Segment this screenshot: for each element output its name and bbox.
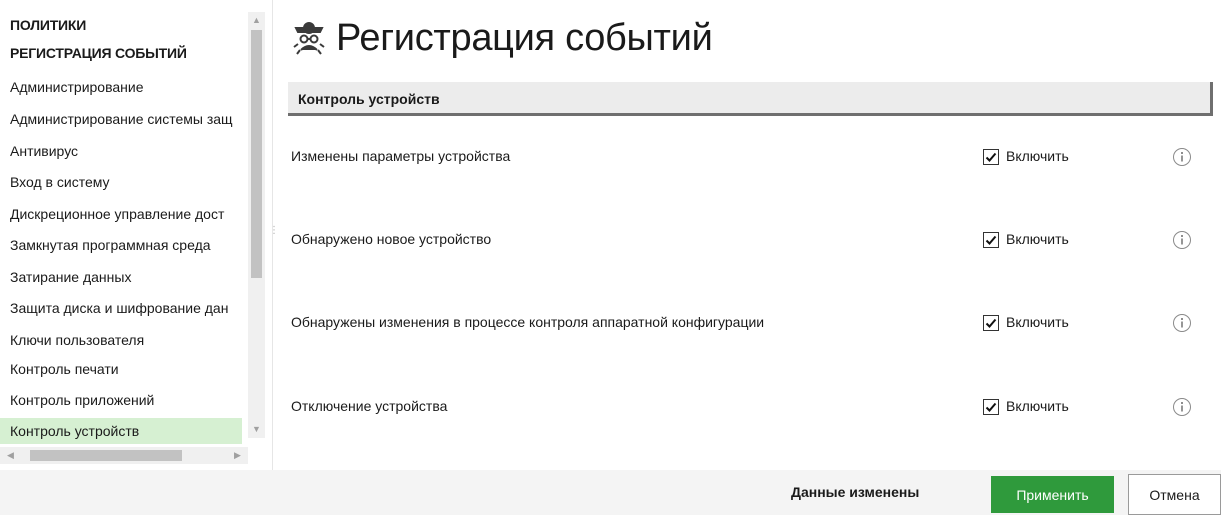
enable-checkbox-label[interactable]: Включить (1006, 148, 1069, 164)
event-label: Отключение устройства (291, 398, 448, 414)
nav-heading-event-registration[interactable]: РЕГИСТРАЦИЯ СОБЫТИЙ (10, 45, 187, 61)
checkmark-icon (985, 152, 997, 162)
status-text: Данные изменены (791, 484, 920, 500)
enable-checkbox-label[interactable]: Включить (1006, 398, 1069, 414)
footer-bar: Данные изменены Применить Отмена (0, 470, 1221, 515)
info-icon[interactable] (1172, 397, 1192, 417)
section-header: Контроль устройств (288, 82, 1213, 116)
nav-horizontal-scrollbar[interactable]: ◀ ▶ (0, 447, 248, 464)
nav-item-application-control[interactable]: Контроль приложений (0, 387, 242, 413)
nav-item-security-system-administration[interactable]: Администрирование системы защ (0, 106, 242, 132)
page-header: Регистрация событий (288, 12, 713, 64)
nav-item-logon[interactable]: Вход в систему (0, 169, 242, 195)
enable-checkbox-label[interactable]: Включить (1006, 314, 1069, 330)
scroll-up-arrow-icon[interactable]: ▲ (248, 12, 265, 29)
events-panel: Контроль устройств Изменены параметры ус… (278, 78, 1221, 470)
enable-checkbox-label[interactable]: Включить (1006, 231, 1069, 247)
enable-checkbox[interactable] (983, 399, 999, 415)
event-label: Изменены параметры устройства (291, 148, 511, 164)
checkmark-icon (985, 402, 997, 412)
nav-item-data-wiping[interactable]: Затирание данных (0, 264, 242, 290)
scroll-right-arrow-icon[interactable]: ▶ (229, 447, 246, 464)
nav-item-antivirus[interactable]: Антивирус (0, 138, 242, 164)
checkmark-icon (985, 318, 997, 328)
scroll-down-arrow-icon[interactable]: ▼ (248, 421, 265, 438)
horizontal-scroll-thumb[interactable] (30, 450, 182, 461)
nav-item-disk-encryption[interactable]: Защита диска и шифрование дан (0, 295, 242, 321)
checkmark-icon (985, 235, 997, 245)
event-log-icon (293, 22, 325, 55)
apply-button[interactable]: Применить (991, 476, 1114, 513)
pane-splitter[interactable] (272, 0, 273, 470)
nav-item-print-control[interactable]: Контроль печати (0, 356, 242, 382)
nav-heading-policies[interactable]: ПОЛИТИКИ (10, 17, 86, 33)
enable-checkbox[interactable] (983, 315, 999, 331)
info-icon[interactable] (1172, 230, 1192, 250)
vertical-scroll-thumb[interactable] (251, 30, 262, 278)
nav-item-user-keys[interactable]: Ключи пользователя (0, 327, 242, 353)
event-row: Обнаружены изменения в процессе контроля… (278, 308, 1221, 338)
event-row: Отключение устройства Включить (278, 392, 1221, 422)
nav-item-device-control[interactable]: Контроль устройств (0, 418, 242, 444)
event-label: Обнаружено новое устройство (291, 231, 492, 247)
info-icon[interactable] (1172, 147, 1192, 167)
enable-checkbox[interactable] (983, 149, 999, 165)
section-title: Контроль устройств (298, 91, 440, 107)
nav-item-administration[interactable]: Администрирование (0, 74, 242, 100)
event-row: Обнаружено новое устройство Включить (278, 225, 1221, 255)
policy-navigation: ПОЛИТИКИ РЕГИСТРАЦИЯ СОБЫТИЙ Администрир… (0, 0, 248, 448)
enable-checkbox[interactable] (983, 232, 999, 248)
page-title: Регистрация событий (336, 16, 713, 59)
scroll-left-arrow-icon[interactable]: ◀ (2, 447, 19, 464)
nav-item-discretionary-access[interactable]: Дискреционное управление дост (0, 201, 242, 227)
cancel-button[interactable]: Отмена (1128, 474, 1221, 515)
nav-vertical-scrollbar[interactable]: ▲ ▼ (248, 12, 265, 438)
event-row: Изменены параметры устройства Включить (278, 142, 1221, 172)
event-label: Обнаружены изменения в процессе контроля… (291, 314, 765, 330)
nav-item-closed-software-environment[interactable]: Замкнутая программная среда (0, 232, 242, 258)
info-icon[interactable] (1172, 313, 1192, 333)
